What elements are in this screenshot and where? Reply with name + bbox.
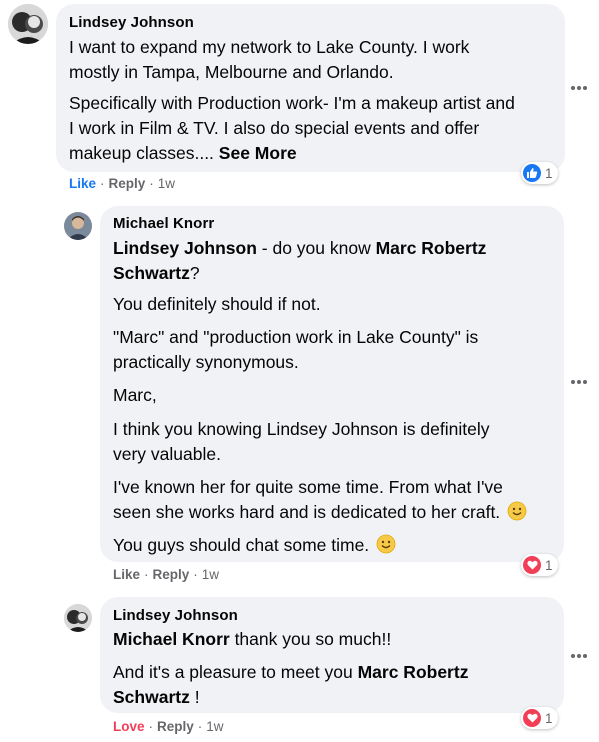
comment-text-line: Michael Knorr thank you so much!!: [113, 627, 391, 652]
avatar[interactable]: [8, 4, 48, 44]
comment-text-line: Schwartz !: [113, 685, 200, 710]
mention-link[interactable]: Michael Knorr: [113, 629, 230, 649]
dot-icon: [577, 86, 581, 90]
comment-author[interactable]: Lindsey Johnson: [113, 607, 238, 624]
separator: ·: [100, 176, 105, 191]
comment-text-line: practically synonymous.: [113, 352, 299, 372]
comment-text: seen she works hard and is dedicated to …: [113, 502, 501, 522]
mention-link[interactable]: Schwartz: [113, 687, 190, 707]
comment-text-line: And it's a pleasure to meet you Marc Rob…: [113, 660, 468, 685]
love-button[interactable]: Love: [113, 719, 145, 734]
comment-author[interactable]: Lindsey Johnson: [69, 14, 194, 31]
comment-text-line: I've known her for quite some time. From…: [113, 477, 503, 497]
dot-icon: [583, 380, 587, 384]
dot-icon: [583, 654, 587, 658]
dot-icon: [583, 86, 587, 90]
comment-actions: Like · Reply · 1w: [69, 176, 175, 191]
comment-author[interactable]: Michael Knorr: [113, 215, 214, 232]
smile-emoji-icon: [507, 501, 527, 521]
dot-icon: [571, 380, 575, 384]
comment-actions: Like · Reply · 1w: [113, 567, 219, 582]
timestamp[interactable]: 1w: [202, 567, 219, 582]
profile-photo: [64, 212, 92, 240]
mention-link[interactable]: Marc Robertz: [358, 662, 469, 682]
comment-text-line: I want to expand my network to Lake Coun…: [69, 37, 470, 57]
timestamp[interactable]: 1w: [158, 176, 175, 191]
comment-text-line: Lindsey Johnson - do you know Marc Rober…: [113, 236, 486, 261]
separator: ·: [197, 719, 203, 734]
like-button[interactable]: Like: [69, 176, 96, 191]
dot-icon: [577, 380, 581, 384]
profile-photo: [8, 4, 48, 44]
comment-text-line: seen she works hard and is dedicated to …: [113, 500, 527, 525]
comment-text: You guys should chat some time.: [113, 535, 370, 555]
comment-text-line: makeup classes.... See More: [69, 141, 297, 166]
love-icon: [523, 709, 541, 727]
reaction-count[interactable]: 1: [521, 554, 558, 576]
dot-icon: [571, 86, 575, 90]
see-more-link[interactable]: See More: [219, 143, 297, 163]
smile-emoji-icon: [376, 534, 396, 554]
reply-button[interactable]: Reply: [157, 719, 194, 734]
reply-button[interactable]: Reply: [109, 176, 146, 191]
love-icon: [523, 556, 541, 574]
comment-text-line: very valuable.: [113, 444, 221, 464]
avatar[interactable]: [64, 212, 92, 240]
dot-icon: [571, 654, 575, 658]
reaction-count[interactable]: 1: [521, 162, 558, 184]
separator: ·: [144, 567, 149, 582]
reply-button[interactable]: Reply: [153, 567, 190, 582]
comment-text-line: Marc,: [113, 385, 157, 405]
dot-icon: [577, 654, 581, 658]
reaction-count[interactable]: 1: [521, 707, 558, 729]
comment-text: And it's a pleasure to meet you: [113, 662, 358, 682]
comment-text-line: Specifically with Production work- I'm a…: [69, 93, 515, 113]
timestamp[interactable]: 1w: [206, 719, 223, 734]
comment-actions: Love · Reply · 1w: [113, 719, 224, 734]
comment-text: - do you know: [256, 238, 376, 258]
reaction-number: 1: [545, 710, 553, 726]
comment-text-line: "Marc" and "production work in Lake Coun…: [113, 327, 479, 347]
reaction-number: 1: [545, 557, 553, 573]
comment-text-line: I think you knowing Lindsey Johnson is d…: [113, 419, 490, 439]
comment-text-line: I work in Film & TV. I also do special e…: [69, 118, 480, 138]
comment-text: !: [189, 687, 200, 707]
comment-text: thank you so much!!: [229, 629, 392, 649]
comment-text-line: Schwartz?: [113, 261, 200, 286]
separator: ·: [193, 567, 198, 582]
reaction-number: 1: [545, 165, 553, 181]
avatar[interactable]: [64, 604, 92, 632]
comment-text-line: You guys should chat some time.: [113, 533, 396, 558]
more-options-button[interactable]: [571, 376, 591, 388]
like-button[interactable]: Like: [113, 567, 140, 582]
separator: ·: [148, 719, 154, 734]
profile-photo: [64, 604, 92, 632]
more-options-button[interactable]: [571, 650, 591, 662]
comment-text: ?: [189, 263, 200, 283]
mention-link[interactable]: Lindsey Johnson: [113, 238, 257, 258]
separator: ·: [149, 176, 154, 191]
comment-text-line: mostly in Tampa, Melbourne and Orlando.: [69, 62, 394, 82]
mention-link[interactable]: Schwartz: [113, 263, 190, 283]
comment-text-line: You definitely should if not.: [113, 294, 321, 314]
more-options-button[interactable]: [571, 82, 591, 94]
comment-text: makeup classes....: [69, 143, 214, 163]
like-icon: [523, 164, 541, 182]
mention-link[interactable]: Marc Robertz: [376, 238, 487, 258]
